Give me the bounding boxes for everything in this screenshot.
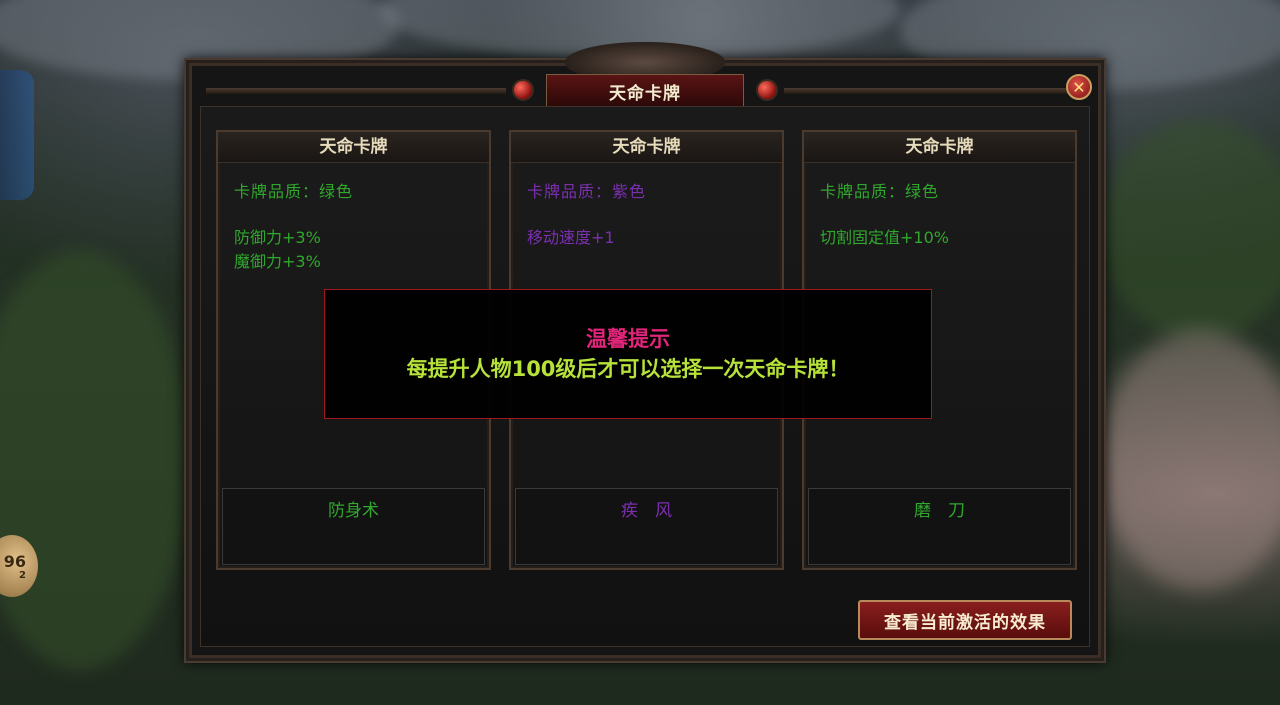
blossom-tree (1100, 330, 1280, 590)
title-rail-left (206, 88, 506, 94)
card-skill-detail (515, 526, 778, 565)
left-hud-panel[interactable] (0, 70, 34, 200)
card-quality: 卡牌品质：紫色 (527, 182, 647, 201)
demon-head-ornament (565, 42, 725, 76)
card-quality: 卡牌品质：绿色 (820, 182, 940, 201)
card-attribute: 切割固定值+10% (820, 228, 949, 247)
card-attributes: 移动速度+1 (527, 226, 615, 250)
card-attributes: 防御力+3% 魔御力+3% (234, 226, 321, 274)
level-badge-sub: 2 (19, 569, 26, 581)
notice-message: 每提升人物100级后才可以选择一次天命卡牌！ (406, 357, 850, 381)
card-skill: 疾 风 (515, 488, 778, 528)
card-quality: 卡牌品质：绿色 (234, 182, 354, 201)
grass-field (0, 250, 190, 670)
card-attributes: 切割固定值+10% (820, 226, 949, 250)
view-active-effects-button[interactable]: 查看当前激活的效果 (858, 600, 1072, 640)
red-gem-icon (756, 79, 778, 101)
card-attribute: 魔御力+3% (234, 252, 321, 271)
card-title: 天命卡牌 (804, 132, 1075, 163)
card-attribute: 移动速度+1 (527, 228, 615, 247)
close-x-icon: ✕ (1072, 77, 1086, 97)
close-button[interactable]: ✕ (1066, 74, 1092, 100)
card-skill: 磨 刀 (808, 488, 1071, 528)
card-title: 天命卡牌 (218, 132, 489, 163)
title-rail-right (784, 88, 1084, 94)
red-gem-icon (512, 79, 534, 101)
notice-title: 温馨提示 (586, 327, 670, 351)
card-skill-detail (222, 526, 485, 565)
card-skill: 防身术 (222, 488, 485, 528)
dialog-title: 天命卡牌 (546, 74, 744, 108)
card-attribute: 防御力+3% (234, 228, 321, 247)
notice-toast: 温馨提示 每提升人物100级后才可以选择一次天命卡牌！ (324, 289, 932, 419)
level-badge-value: 96 (3, 551, 26, 571)
card-skill-detail (808, 526, 1071, 565)
grass-field (1100, 120, 1280, 340)
card-title: 天命卡牌 (511, 132, 782, 163)
